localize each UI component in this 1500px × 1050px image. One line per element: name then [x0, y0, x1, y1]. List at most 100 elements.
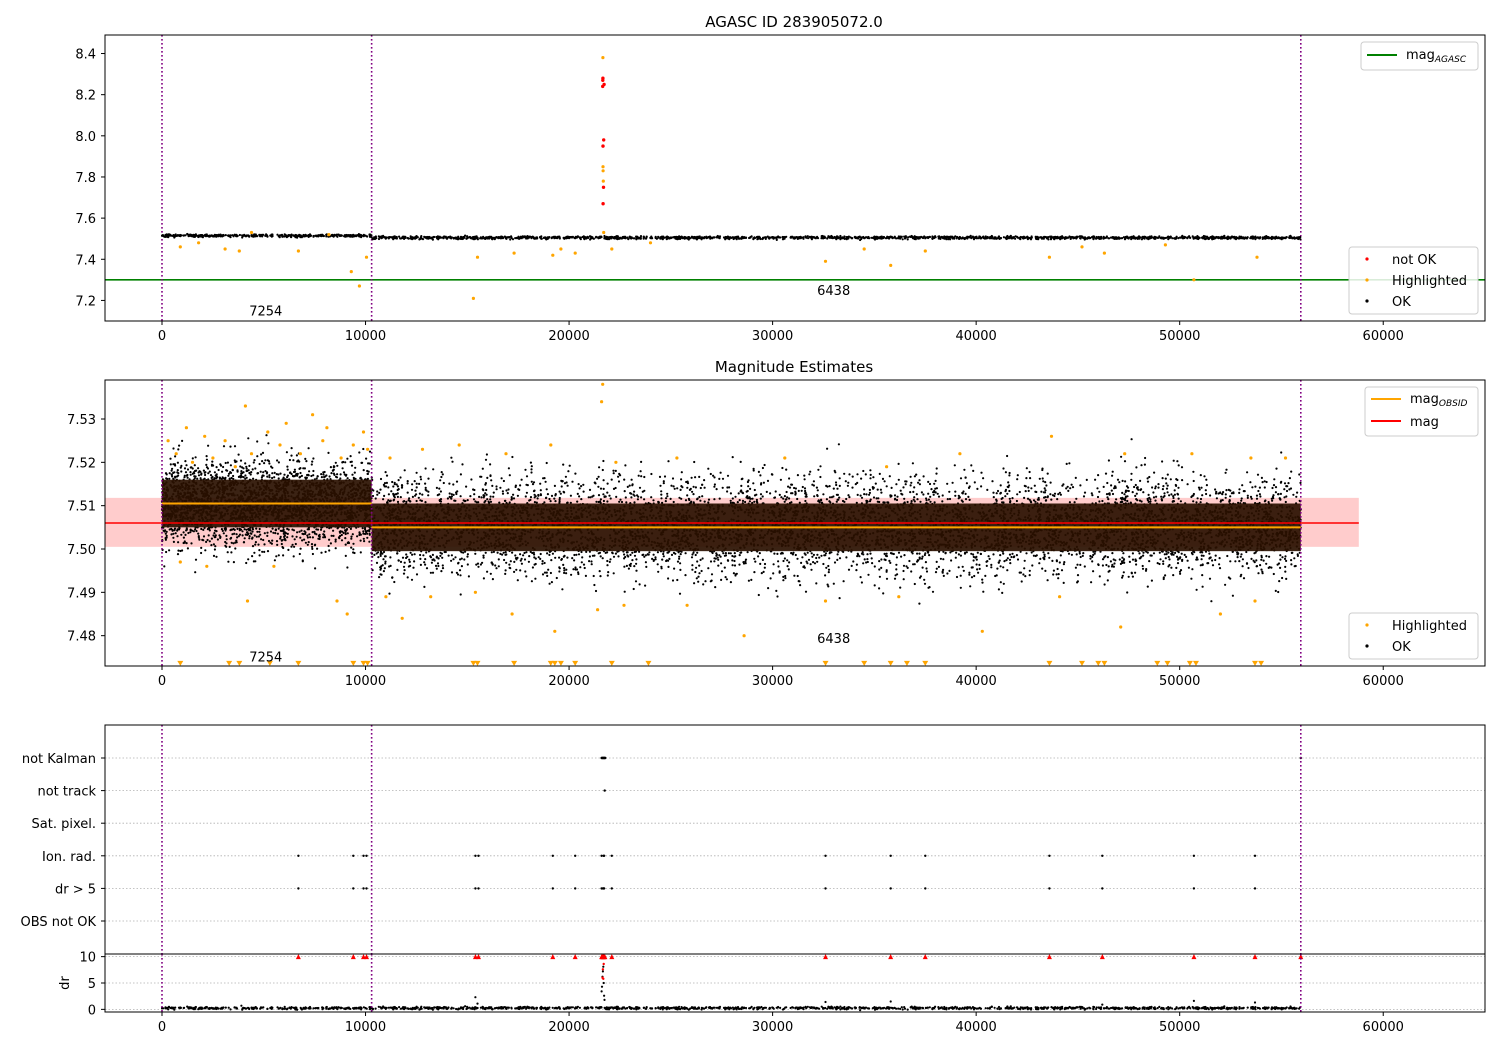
ok-point	[358, 234, 361, 237]
ok-point	[291, 474, 294, 478]
ok-point	[244, 462, 247, 465]
not-ok-point	[601, 185, 606, 189]
ok-point	[437, 238, 440, 241]
ok-point	[768, 237, 771, 240]
ok-point	[464, 234, 467, 237]
ok-point	[849, 236, 852, 239]
ok-point	[621, 236, 624, 239]
ok-point	[227, 474, 230, 477]
ok-point	[257, 535, 260, 538]
ok-point	[795, 236, 798, 239]
ok-point	[311, 547, 314, 551]
ok-point	[1183, 235, 1186, 238]
ok-point	[336, 464, 339, 467]
ok-point	[338, 537, 341, 540]
ok-point	[595, 235, 598, 238]
ok-point	[265, 233, 268, 236]
ok-point	[299, 536, 302, 539]
ok-point	[215, 466, 218, 469]
ok-point	[346, 541, 349, 545]
ok-point	[186, 547, 189, 550]
ok-point	[229, 464, 232, 467]
ok-point	[274, 528, 277, 532]
ok-point	[1086, 236, 1089, 240]
ok-point	[1092, 237, 1095, 240]
ok-point	[241, 530, 244, 533]
ok-point	[282, 554, 285, 557]
highlighted-point	[249, 230, 254, 235]
ok-point	[210, 544, 213, 547]
ok-point	[362, 233, 365, 236]
ok-point	[1158, 235, 1161, 238]
ok-point	[169, 457, 172, 460]
ok-point	[172, 477, 175, 480]
ok-point	[1156, 236, 1159, 239]
ok-point	[532, 236, 535, 239]
ok-point	[245, 476, 248, 479]
highlighted-point	[349, 270, 353, 274]
ok-point	[330, 534, 333, 537]
ok-point	[290, 447, 293, 450]
ok-point	[649, 236, 652, 239]
ok-point	[221, 234, 224, 237]
ok-point	[203, 471, 206, 474]
ok-point	[522, 235, 525, 238]
ok-point	[546, 237, 549, 240]
ok-point	[293, 538, 296, 541]
ok-point	[292, 529, 296, 532]
ok-point	[779, 236, 782, 239]
ok-point	[219, 463, 222, 466]
ok-point	[822, 236, 825, 239]
ok-point	[665, 236, 668, 239]
ok-point	[239, 465, 242, 468]
highlighted-point	[551, 253, 555, 257]
ok-point	[320, 551, 323, 554]
ok-point	[317, 234, 320, 237]
ok-point	[947, 237, 950, 240]
ok-point	[322, 536, 325, 539]
obsid-label: 7254	[249, 305, 282, 320]
highlighted-point	[357, 284, 361, 288]
ok-point	[214, 474, 217, 477]
ok-point	[310, 474, 313, 478]
ok-point	[264, 459, 267, 462]
ok-point	[253, 551, 256, 554]
ok-point	[409, 237, 412, 240]
ok-point	[444, 235, 447, 238]
not-ok-point	[601, 76, 605, 80]
ok-point	[197, 532, 200, 535]
ok-point	[899, 237, 902, 240]
ok-point	[368, 450, 372, 453]
ok-point	[302, 467, 305, 470]
ok-point	[168, 477, 171, 480]
ok-point	[884, 237, 888, 240]
ok-point	[1213, 236, 1216, 239]
ok-point	[277, 554, 280, 557]
ok-point	[299, 467, 302, 470]
ok-point	[342, 531, 345, 535]
ok-point	[694, 237, 698, 240]
ok-point	[633, 237, 636, 240]
ok-point	[207, 534, 210, 537]
ok-point	[266, 531, 269, 534]
ok-point	[407, 237, 410, 240]
ok-point	[235, 460, 238, 463]
ok-point	[1030, 236, 1033, 239]
ok-point	[212, 234, 215, 238]
ok-point	[275, 540, 279, 543]
ok-point	[363, 540, 366, 543]
ok-point	[197, 467, 200, 470]
highlighted-group	[178, 56, 1259, 300]
ok-point	[179, 234, 182, 237]
ok-point	[667, 236, 670, 239]
ok-point	[349, 527, 352, 531]
ok-point	[970, 237, 973, 240]
ok-point	[304, 541, 307, 544]
ok-point	[296, 531, 299, 534]
ok-point	[252, 234, 255, 237]
ok-point	[836, 235, 839, 238]
ok-point	[311, 536, 314, 539]
ok-point	[1251, 236, 1254, 239]
y-tick-label: 7.2	[75, 294, 96, 309]
ok-point	[486, 236, 489, 239]
